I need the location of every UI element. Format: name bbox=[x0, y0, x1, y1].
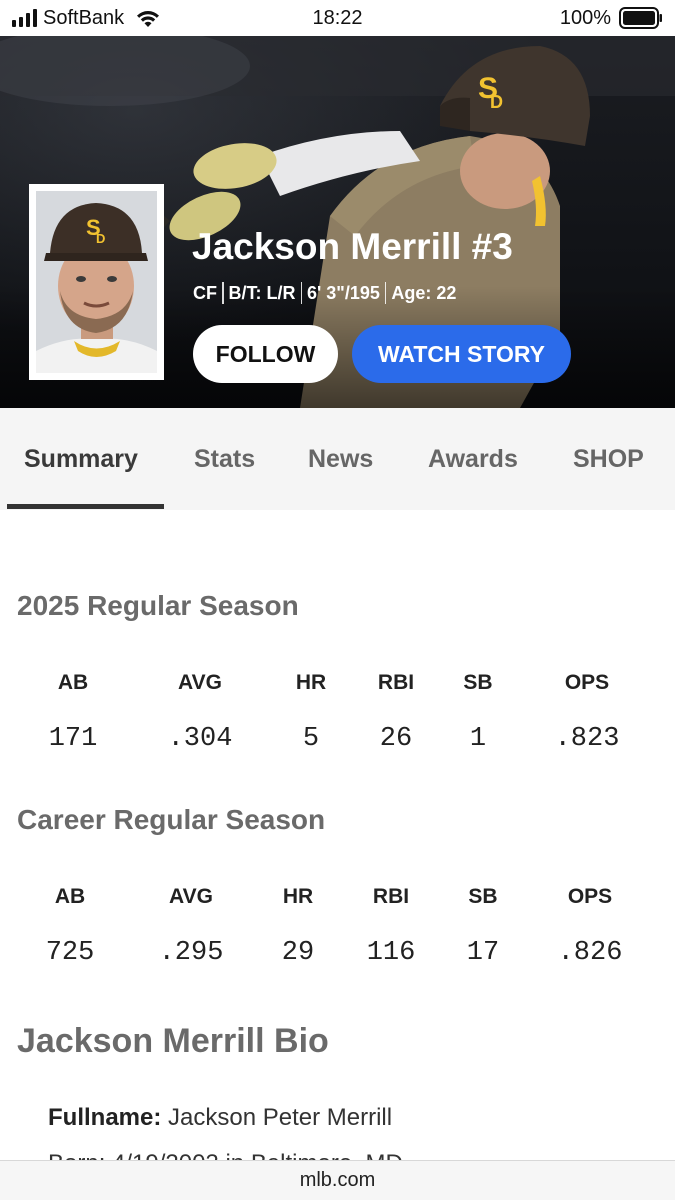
meta-divider bbox=[384, 282, 387, 304]
stat-value-rbi: 116 bbox=[366, 938, 416, 968]
stat-header-hr: HR bbox=[295, 671, 327, 694]
stat-header-sb: SB bbox=[463, 671, 493, 694]
headshot-image: S D bbox=[36, 191, 157, 373]
stat-value-sb: 1 bbox=[469, 724, 487, 754]
url-text[interactable]: mlb.com bbox=[0, 1169, 675, 1192]
bio-fullname-label: Fullname: bbox=[48, 1104, 162, 1131]
stat-value-avg: .304 bbox=[167, 724, 233, 754]
player-tabs: Summary Stats News Awards SHOP bbox=[0, 408, 675, 510]
meta-divider bbox=[300, 282, 302, 304]
player-name: Jackson Merrill #3 bbox=[192, 226, 513, 267]
player-headshot: S D bbox=[36, 191, 157, 373]
stat-header-ops: OPS bbox=[564, 671, 610, 694]
career-stats-title: Career Regular Season bbox=[17, 804, 326, 835]
stat-header-rbi: RBI bbox=[372, 885, 410, 908]
watch-story-button[interactable]: WATCH STORY bbox=[352, 325, 571, 383]
player-height-weight: 6' 3"/195 bbox=[307, 282, 380, 303]
stat-value-ops: .826 bbox=[557, 938, 623, 968]
stat-header-avg: AVG bbox=[169, 885, 213, 908]
stat-header-ab: AB bbox=[57, 671, 89, 694]
tab-stats[interactable]: Stats bbox=[194, 408, 255, 510]
follow-button[interactable]: FOLLOW bbox=[193, 325, 338, 383]
battery-icon bbox=[619, 7, 662, 29]
meta-divider bbox=[222, 282, 224, 304]
bio-fullname-value: Jackson Peter Merrill bbox=[168, 1104, 393, 1131]
stat-value-rbi: 26 bbox=[379, 724, 413, 754]
player-position: CF bbox=[193, 282, 217, 303]
active-tab-indicator bbox=[7, 504, 164, 509]
stat-header-sb: SB bbox=[468, 885, 498, 908]
stat-value-ab: 171 bbox=[48, 724, 98, 754]
stat-value-sb: 17 bbox=[466, 938, 500, 968]
svg-text:D: D bbox=[490, 92, 503, 112]
stat-header-avg: AVG bbox=[178, 671, 222, 694]
stat-value-hr: 29 bbox=[281, 938, 315, 968]
stat-header-rbi: RBI bbox=[377, 671, 415, 694]
stat-value-ab: 725 bbox=[45, 938, 95, 968]
player-bats-throws: B/T: L/R bbox=[228, 282, 296, 303]
bio-fullname: Fullname: Jackson Peter Merrill bbox=[48, 1104, 392, 1132]
battery-percent: 100% bbox=[559, 7, 611, 29]
stat-header-ab: AB bbox=[54, 885, 86, 908]
stat-value-hr: 5 bbox=[302, 724, 320, 754]
player-hero: S D S D Jackson Merrill #3 CF B/T: L/R 6… bbox=[0, 36, 675, 408]
tab-summary[interactable]: Summary bbox=[24, 408, 138, 510]
tab-awards[interactable]: Awards bbox=[428, 408, 518, 510]
stat-value-avg: .295 bbox=[158, 938, 224, 968]
season-stats-title: 2025 Regular Season bbox=[17, 590, 299, 621]
player-meta: CF B/T: L/R 6' 3"/195 Age: 22 bbox=[193, 282, 456, 304]
stat-header-ops: OPS bbox=[567, 885, 613, 908]
browser-url-bar[interactable]: mlb.com bbox=[0, 1160, 675, 1200]
player-headshot-frame: S D bbox=[29, 184, 164, 380]
stat-header-hr: HR bbox=[282, 885, 314, 908]
status-bar: SoftBank 18:22 100% bbox=[0, 0, 675, 36]
tab-news[interactable]: News bbox=[308, 408, 373, 510]
status-right: 100% bbox=[560, 6, 663, 30]
player-age: Age: 22 bbox=[391, 282, 457, 303]
svg-text:D: D bbox=[96, 231, 105, 246]
tab-shop[interactable]: SHOP bbox=[573, 408, 644, 510]
stat-value-ops: .823 bbox=[554, 724, 620, 754]
bio-title: Jackson Merrill Bio bbox=[17, 1022, 329, 1060]
